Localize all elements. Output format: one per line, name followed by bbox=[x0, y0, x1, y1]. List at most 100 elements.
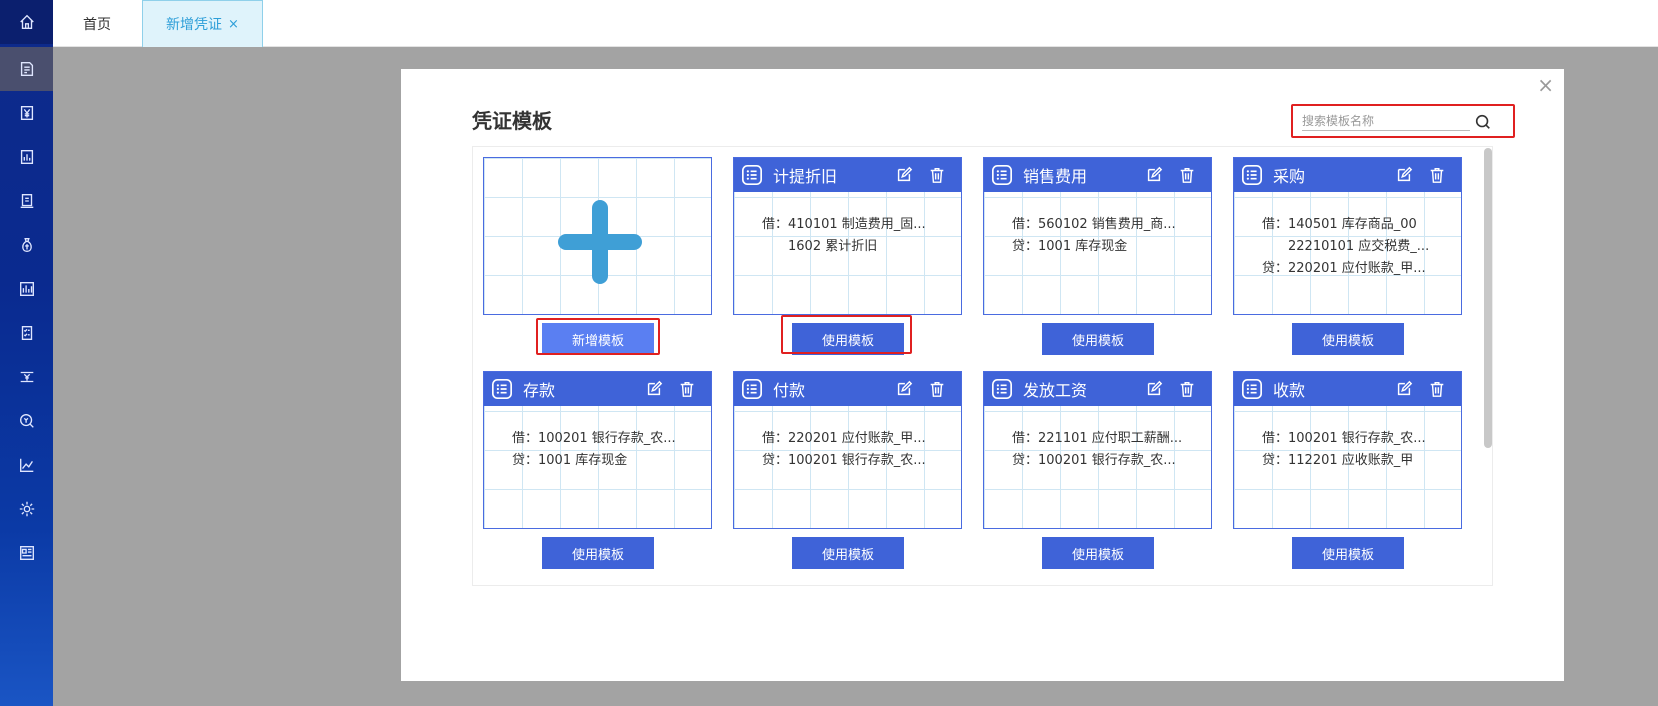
sidebar-item-checklist[interactable] bbox=[0, 311, 53, 355]
add-template-card[interactable] bbox=[483, 157, 712, 315]
card-body: 借：560102 销售费用_商... 贷：1001 库存现金 bbox=[984, 214, 1211, 258]
template-entry: 贷：100201 银行存款_农... bbox=[762, 453, 926, 468]
modal-title: 凭证模板 bbox=[472, 109, 552, 133]
template-card[interactable]: 发放工资借：221101 应付职工薪酬... 贷：100201 银行存款_农... bbox=[983, 371, 1212, 529]
template-card[interactable]: 付款借：220201 应付账款_甲... 贷：100201 银行存款_农... bbox=[733, 371, 962, 529]
trash-icon[interactable] bbox=[1428, 166, 1446, 184]
list-icon bbox=[992, 165, 1012, 185]
sidebar-item-analysis[interactable] bbox=[0, 267, 53, 311]
template-entry: 借：140501 库存商品_00 bbox=[1262, 217, 1417, 232]
card-body: 借：100201 银行存款_农... 贷：1001 库存现金 bbox=[484, 428, 711, 472]
template-entry: 贷：112201 应收账款_甲 bbox=[1262, 453, 1414, 468]
search-box bbox=[1291, 104, 1515, 138]
card-header: 销售费用 bbox=[984, 158, 1211, 192]
use-template-button[interactable]: 使用模板 bbox=[542, 537, 654, 569]
card-body: 借：220201 应付账款_甲... 贷：100201 银行存款_农... bbox=[734, 428, 961, 472]
card-title: 收款 bbox=[1273, 381, 1306, 400]
list-icon bbox=[992, 379, 1012, 399]
trend-chart-icon bbox=[19, 458, 33, 472]
trash-icon[interactable] bbox=[1178, 380, 1196, 398]
card-title: 发放工资 bbox=[1023, 381, 1088, 400]
yen-transfer-icon bbox=[20, 371, 33, 383]
template-entry: 1602 累计折旧 bbox=[762, 239, 878, 254]
template-entry: 贷：220201 应付账款_甲... bbox=[1262, 261, 1426, 276]
trash-icon[interactable] bbox=[678, 380, 696, 398]
edit-icon[interactable] bbox=[1145, 380, 1163, 398]
card-header: 付款 bbox=[734, 372, 961, 406]
gear-icon bbox=[19, 501, 34, 517]
template-card[interactable]: 采购借：140501 库存商品_00 22210101 应交税费_... 贷：22… bbox=[1233, 157, 1462, 315]
dashboard-icon bbox=[19, 546, 34, 560]
card-header: 发放工资 bbox=[984, 372, 1211, 406]
tab-home-label: 首页 bbox=[83, 16, 111, 33]
card-header: 收款 bbox=[1234, 372, 1461, 406]
card-title: 采购 bbox=[1273, 167, 1306, 186]
list-icon bbox=[742, 165, 762, 185]
list-icon bbox=[742, 379, 762, 399]
edit-icon[interactable] bbox=[1395, 380, 1413, 398]
sidebar-item-home[interactable] bbox=[0, 0, 53, 44]
edit-icon[interactable] bbox=[895, 166, 913, 184]
template-entry: 贷：1001 库存现金 bbox=[1012, 239, 1128, 254]
card-body: 借：140501 库存商品_00 22210101 应交税费_... 贷：2202… bbox=[1234, 214, 1461, 280]
sidebar-item-payments[interactable] bbox=[0, 355, 53, 399]
template-card[interactable]: 收款借：100201 银行存款_农... 贷：112201 应收账款_甲 bbox=[1233, 371, 1462, 529]
use-template-button[interactable]: 使用模板 bbox=[1042, 537, 1154, 569]
modal-close-icon[interactable]: × bbox=[1537, 75, 1554, 95]
report-chart-icon bbox=[20, 150, 33, 164]
sidebar-item-voucher[interactable] bbox=[0, 47, 53, 91]
card-body: 借：100201 银行存款_农... 贷：112201 应收账款_甲 bbox=[1234, 428, 1461, 472]
sidebar-item-query[interactable] bbox=[0, 399, 53, 443]
sidebar-item-settings[interactable] bbox=[0, 487, 53, 531]
tab-close-icon[interactable]: × bbox=[228, 17, 239, 32]
sidebar-item-ledger[interactable] bbox=[0, 179, 53, 223]
trash-icon[interactable] bbox=[928, 380, 946, 398]
trash-icon[interactable] bbox=[1428, 380, 1446, 398]
sidebar-item-reports[interactable] bbox=[0, 135, 53, 179]
edit-icon[interactable] bbox=[645, 380, 663, 398]
sidebar-item-finance[interactable] bbox=[0, 91, 53, 135]
template-card[interactable]: 计提折旧 借：410101 制造费用_固... 1602 累计折旧 bbox=[733, 157, 962, 315]
home-icon bbox=[19, 14, 34, 29]
voucher-edit-icon bbox=[20, 62, 33, 76]
use-template-button[interactable]: 使用模板 bbox=[1292, 537, 1404, 569]
list-icon bbox=[1242, 165, 1262, 185]
tab-new-voucher[interactable]: 新增凭证 × bbox=[142, 0, 263, 47]
search-money-icon bbox=[19, 414, 34, 428]
template-card[interactable]: 存款借：100201 银行存款_农... 贷：1001 库存现金 bbox=[483, 371, 712, 529]
checklist-icon bbox=[21, 326, 32, 340]
template-entry: 借：410101 制造费用_固... bbox=[762, 217, 926, 232]
sidebar-item-assets[interactable] bbox=[0, 223, 53, 267]
trash-icon[interactable] bbox=[928, 166, 946, 184]
sidebar bbox=[0, 0, 53, 706]
trash-icon[interactable] bbox=[1178, 166, 1196, 184]
ledger-icon bbox=[20, 194, 33, 208]
template-entry: 借：560102 销售费用_商... bbox=[1012, 217, 1176, 232]
scrollbar[interactable] bbox=[1484, 148, 1492, 448]
template-entry: 借：220201 应付账款_甲... bbox=[762, 431, 926, 446]
card-header: 采购 bbox=[1234, 158, 1461, 192]
search-icon[interactable] bbox=[1474, 113, 1492, 131]
search-input[interactable] bbox=[1302, 111, 1470, 131]
template-entry: 借：100201 银行存款_农... bbox=[1262, 431, 1426, 446]
edit-icon[interactable] bbox=[1395, 166, 1413, 184]
template-entry: 22210101 应交税费_... bbox=[1262, 239, 1430, 254]
use-template-button[interactable]: 使用模板 bbox=[792, 537, 904, 569]
card-body: 借：221101 应付职工薪酬... 贷：100201 银行存款_农... bbox=[984, 428, 1211, 472]
plus-icon bbox=[558, 200, 642, 284]
template-entry: 借：221101 应付职工薪酬... bbox=[1012, 431, 1183, 446]
highlight-use-button bbox=[781, 315, 912, 354]
edit-icon[interactable] bbox=[1145, 166, 1163, 184]
edit-icon[interactable] bbox=[895, 380, 913, 398]
use-template-button[interactable]: 使用模板 bbox=[1042, 323, 1154, 355]
sidebar-item-trends[interactable] bbox=[0, 443, 53, 487]
use-template-button[interactable]: 使用模板 bbox=[1292, 323, 1404, 355]
tab-bar: 首页 新增凭证 × bbox=[53, 0, 1658, 47]
card-title: 销售费用 bbox=[1023, 167, 1088, 186]
money-bag-icon bbox=[21, 238, 32, 252]
template-card[interactable]: 销售费用借：560102 销售费用_商... 贷：1001 库存现金 bbox=[983, 157, 1212, 315]
highlight-add-button bbox=[536, 318, 660, 355]
sidebar-item-dashboard[interactable] bbox=[0, 531, 53, 575]
card-title: 存款 bbox=[523, 381, 556, 400]
tab-home[interactable]: 首页 bbox=[53, 0, 141, 47]
